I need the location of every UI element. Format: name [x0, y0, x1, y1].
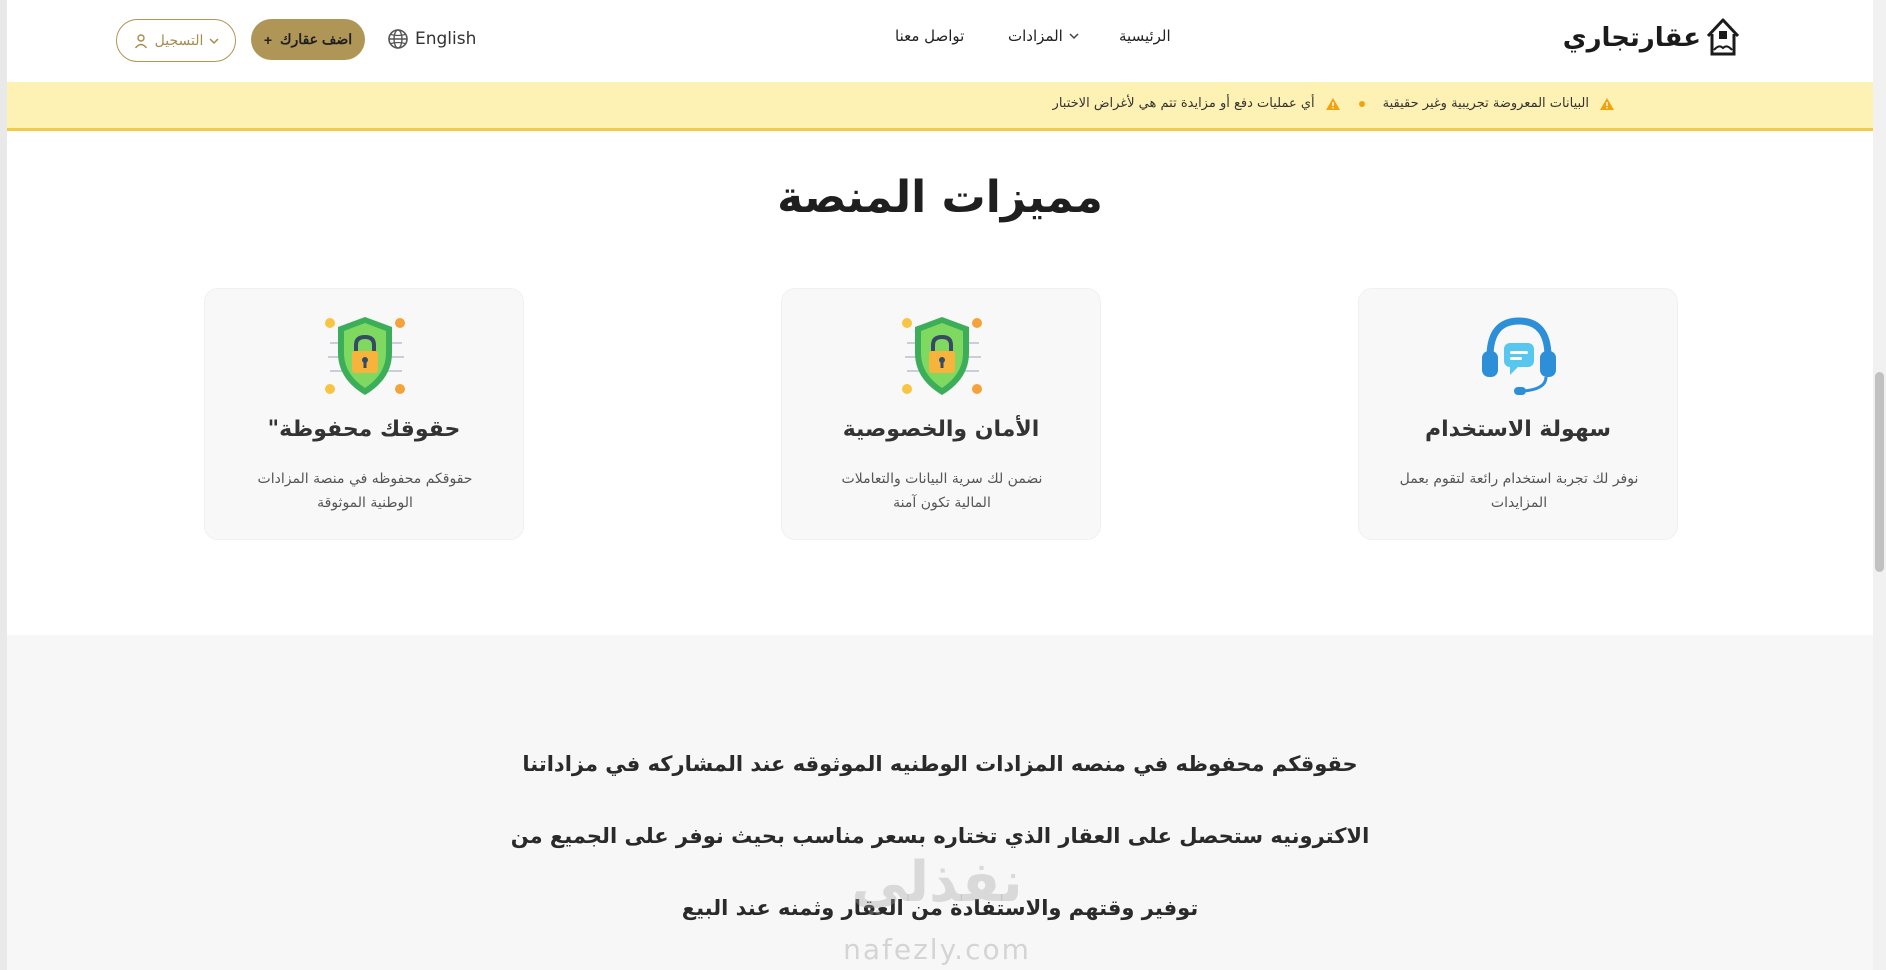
- shield-lock-icon: [325, 317, 405, 395]
- separator-dot: [1358, 100, 1365, 107]
- about-line: حقوقكم محفوظه في منصه المزادات الوطنيه ا…: [522, 752, 1358, 776]
- feature-title: "حقوقك محفوظة: [267, 417, 461, 442]
- about-section: حقوقكم محفوظه في منصه المزادات الوطنيه ا…: [7, 635, 1873, 970]
- feature-description: نضمن لك سرية البيانات والتعاملات المالية…: [841, 471, 1043, 511]
- warning-icon: [1325, 97, 1340, 110]
- feature-card-security-privacy: الأمان والخصوصية نضمن لك سرية البيانات و…: [781, 288, 1101, 540]
- top-header: عقارتجاري الرئيسية المزادات تواصل معنا E…: [7, 0, 1873, 82]
- feature-description: حقوقكم محفوظه في منصة المزادات الوطنية ا…: [257, 471, 473, 511]
- feature-description: نوفر لك تجربة استخدام رائعة لتقوم بعمل ا…: [1399, 471, 1639, 511]
- feature-title: الأمان والخصوصية: [842, 417, 1040, 442]
- feature-title: سهولة الاستخدام: [1425, 417, 1611, 442]
- banner-notice-2: أي عمليات دفع أو مزايدة تتم هي لأغراض ال…: [1052, 96, 1315, 111]
- register-dropdown-button[interactable]: التسجيل: [116, 19, 236, 62]
- add-property-button[interactable]: + اضف عقارك: [251, 19, 365, 60]
- watermark-latin: nafezly.com: [843, 933, 1031, 966]
- page: عقارتجاري الرئيسية المزادات تواصل معنا E…: [7, 0, 1873, 970]
- feature-card-rights-protected: "حقوقك محفوظة حقوقكم محفوظه في منصة المز…: [204, 288, 524, 540]
- nav-auctions[interactable]: المزادات: [1008, 27, 1079, 45]
- chevron-down-icon: [209, 37, 219, 44]
- feature-card-ease-of-use: سهولة الاستخدام نوفر لك تجربة استخدام را…: [1358, 288, 1678, 540]
- test-data-banner: البيانات المعروضة تجريبية وغير حقيقية أي…: [7, 82, 1873, 131]
- nav-home[interactable]: الرئيسية: [1119, 27, 1171, 45]
- register-label: التسجيل: [154, 32, 204, 48]
- features-title: مميزات المنصة: [777, 172, 1103, 223]
- chevron-down-icon: [1069, 33, 1079, 40]
- nav-contact[interactable]: تواصل معنا: [895, 27, 964, 45]
- watermark-arabic: نفذلي: [851, 850, 1023, 915]
- banner-content: البيانات المعروضة تجريبية وغير حقيقية أي…: [1053, 96, 1615, 111]
- language-label: English: [415, 29, 477, 49]
- page-scrollbar[interactable]: [1873, 0, 1886, 970]
- shield-lock-icon: [902, 317, 982, 395]
- plus-icon: +: [263, 31, 272, 48]
- globe-icon: [388, 29, 408, 49]
- warning-icon: [1600, 97, 1614, 110]
- nav-auctions-label: المزادات: [1008, 27, 1063, 45]
- about-line: الاكترونيه ستحصل على العقار الذي تختاره …: [510, 824, 1370, 848]
- add-property-label: اضف عقارك: [280, 31, 353, 47]
- headset-chat-icon: [1482, 317, 1556, 395]
- language-switch[interactable]: English: [387, 28, 476, 50]
- banner-notice-1: البيانات المعروضة تجريبية وغير حقيقية: [1382, 96, 1589, 111]
- scrollbar-thumb[interactable]: [1875, 372, 1884, 572]
- user-icon: [134, 33, 147, 48]
